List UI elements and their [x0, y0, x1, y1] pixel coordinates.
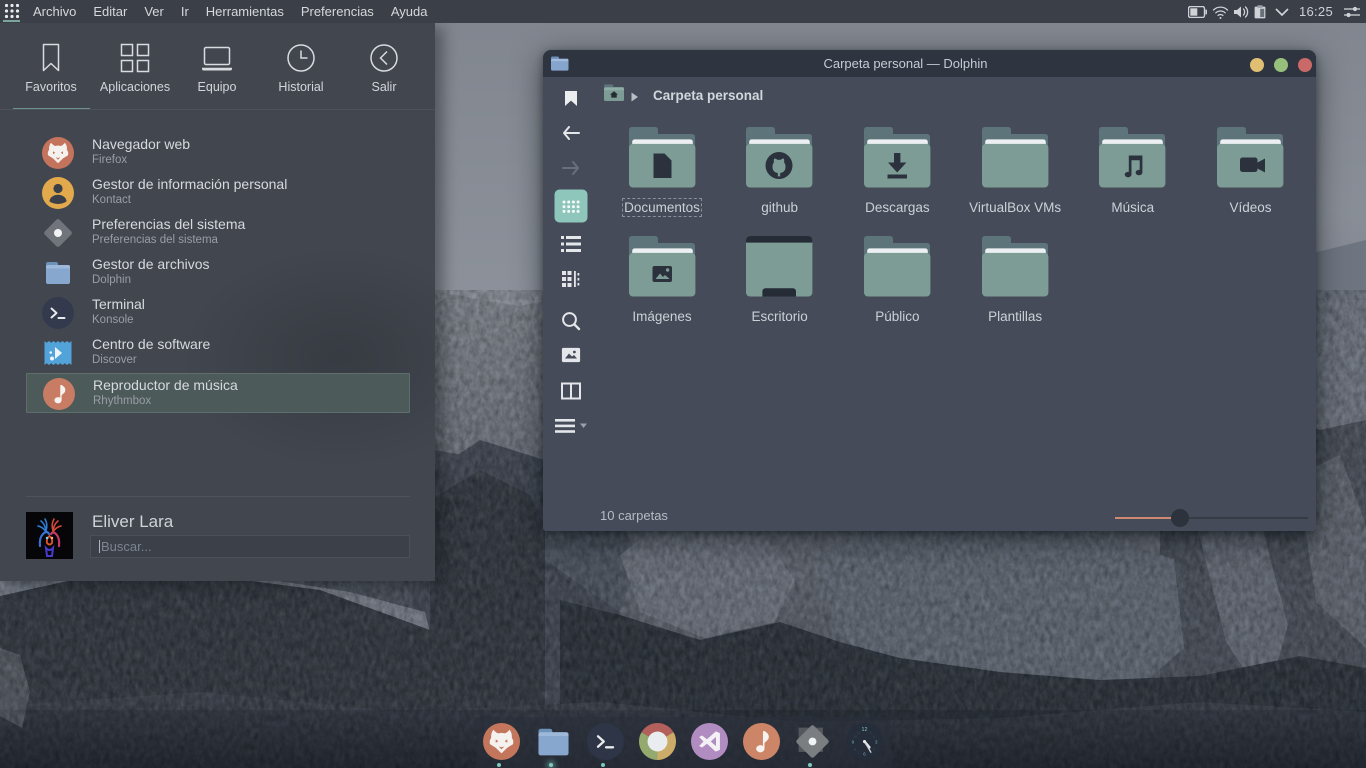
svg-text:1: 1	[870, 731, 872, 735]
svg-text:12: 12	[862, 727, 868, 733]
svg-text:11: 11	[857, 731, 860, 735]
svg-text:8: 8	[854, 747, 856, 751]
svg-text:10: 10	[854, 735, 858, 739]
svg-text:2: 2	[873, 735, 875, 739]
svg-text:4: 4	[873, 747, 875, 751]
svg-text:7: 7	[858, 751, 860, 755]
